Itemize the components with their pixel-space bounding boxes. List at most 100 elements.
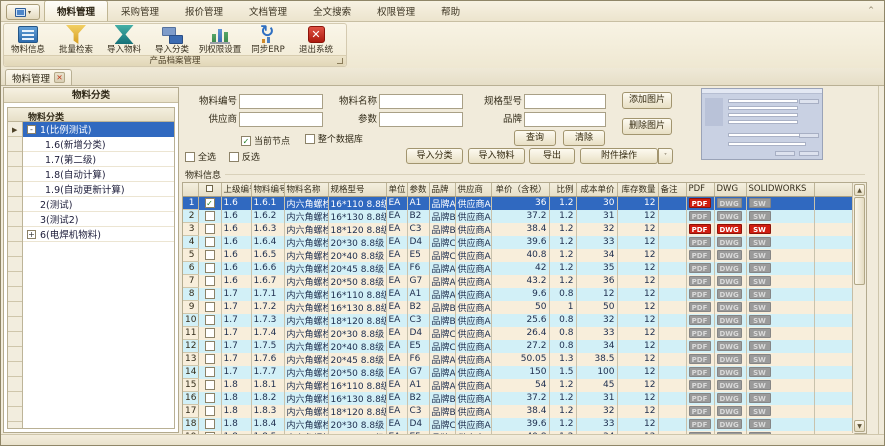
row-select-cell[interactable] [198, 379, 221, 392]
ribbon-tab-4[interactable]: 全文搜索 [300, 0, 364, 21]
select-all-square-icon[interactable] [206, 185, 213, 192]
column-header-12[interactable]: 备注 [658, 183, 686, 196]
pdf-badge[interactable]: PDF [689, 341, 711, 351]
unchecked-checkbox-icon[interactable] [185, 152, 195, 162]
search-input-4[interactable] [379, 112, 463, 127]
tree-node-3[interactable]: 1.8(自动计算) [23, 167, 174, 182]
collapse-icon[interactable]: - [27, 125, 36, 134]
table-row[interactable]: 171.81.8.3内六角螺栓318*120 8.8级EAC3品牌B供应商A33… [183, 405, 854, 418]
pdf-badge[interactable]: PDF [689, 354, 711, 364]
export-button[interactable]: 导出 [529, 148, 575, 164]
pdf-badge[interactable]: PDF [689, 263, 711, 273]
row-select-cell[interactable] [198, 236, 221, 249]
row-select-cell[interactable] [198, 405, 221, 418]
search-input-2[interactable] [524, 94, 606, 109]
unchecked-checkbox-icon[interactable] [205, 302, 215, 312]
dwg-badge[interactable]: DWG [717, 237, 742, 247]
column-header-8[interactable]: 单价（含税） [491, 183, 549, 196]
table-row[interactable]: 91.71.7.2内六角螺栓216*130 8.8级EAB2品牌B供应商A250… [183, 301, 854, 314]
query-button[interactable]: 查询 [514, 130, 556, 146]
row-select-cell[interactable] [198, 340, 221, 353]
column-header-4[interactable]: 单位 [386, 183, 407, 196]
pdf-badge[interactable]: PDF [689, 198, 711, 208]
row-select-cell[interactable] [198, 392, 221, 405]
tree-node-0[interactable]: -1(比例测试) [23, 122, 174, 137]
ribbon-tab-1[interactable]: 采购管理 [108, 0, 172, 21]
unchecked-checkbox-icon[interactable] [205, 367, 215, 377]
unchecked-checkbox-icon[interactable] [205, 393, 215, 403]
collapse-ribbon-button[interactable]: ^ [864, 5, 878, 17]
row-select-cell[interactable] [198, 366, 221, 379]
dwg-badge[interactable]: DWG [717, 263, 742, 273]
dwg-badge[interactable]: DWG [717, 250, 742, 260]
table-row[interactable]: 181.81.8.4内六角螺栓420*30 8.8级EAD4品牌C供应商A439… [183, 418, 854, 431]
column-header-5[interactable]: 参数 [407, 183, 429, 196]
tree-column-header[interactable]: 物料分类 [8, 108, 174, 122]
checked-checkbox-icon[interactable]: ✓ [205, 198, 215, 208]
solidworks-badge[interactable]: SW [749, 263, 771, 273]
scroll-thumb[interactable] [854, 197, 865, 285]
table-row[interactable]: 101.71.7.3内六角螺栓318*120 8.8级EAC3品牌B供应商A32… [183, 314, 854, 327]
solidworks-badge[interactable]: SW [749, 328, 771, 338]
unchecked-checkbox-icon[interactable] [205, 211, 215, 221]
row-select-cell[interactable]: ✓ [198, 196, 221, 210]
solidworks-badge[interactable]: SW [749, 393, 771, 403]
table-row[interactable]: 161.81.8.2内六角螺栓216*130 8.8级EAB2品牌B供应商A23… [183, 392, 854, 405]
solidworks-badge[interactable]: SW [749, 406, 771, 416]
solidworks-badge[interactable]: SW [749, 367, 771, 377]
table-row[interactable]: 41.61.6.4内六角螺栓420*30 8.8级EAD4品牌C供应商A439.… [183, 236, 854, 249]
dwg-badge[interactable]: DWG [717, 198, 742, 208]
row-select-cell[interactable] [198, 210, 221, 223]
unchecked-checkbox-icon[interactable] [205, 380, 215, 390]
search-input-1[interactable] [379, 94, 463, 109]
ribbon-button-3[interactable]: 导入分类 [148, 24, 196, 56]
attachment-operations-button[interactable]: 附件操作 [580, 148, 658, 164]
delete-image-button[interactable]: 删除图片 [622, 118, 672, 135]
dwg-badge[interactable]: DWG [717, 289, 742, 299]
solidworks-badge[interactable]: SW [749, 237, 771, 247]
dwg-badge[interactable]: DWG [717, 302, 742, 312]
dwg-badge[interactable]: DWG [717, 354, 742, 364]
dialog-launcher-icon[interactable] [337, 58, 343, 64]
row-select-cell[interactable] [198, 275, 221, 288]
column-header-10[interactable]: 成本单价 [576, 183, 617, 196]
solidworks-badge[interactable]: SW [749, 315, 771, 325]
unchecked-checkbox-icon[interactable] [205, 250, 215, 260]
table-row[interactable]: 81.71.7.1内六角螺栓116*110 8.8级EAA1品牌A供应商A19.… [183, 288, 854, 301]
solidworks-badge[interactable]: SW [749, 198, 771, 208]
unchecked-checkbox-icon[interactable] [205, 328, 215, 338]
pdf-badge[interactable]: PDF [689, 393, 711, 403]
table-row[interactable]: 71.61.6.7内六角螺栓720*50 8.8级EAG7品牌A供应商A743.… [183, 275, 854, 288]
ribbon-tab-2[interactable]: 报价管理 [172, 0, 236, 21]
close-icon[interactable]: ✕ [54, 72, 65, 83]
scope-current-node-checkbox[interactable]: ✓当前节点 [241, 134, 290, 147]
row-select-cell[interactable] [198, 327, 221, 340]
dwg-badge[interactable]: DWG [717, 315, 742, 325]
pdf-badge[interactable]: PDF [689, 211, 711, 221]
solidworks-badge[interactable]: SW [749, 250, 771, 260]
ribbon-tab-3[interactable]: 文档管理 [236, 0, 300, 21]
row-select-cell[interactable] [198, 288, 221, 301]
dwg-badge[interactable]: DWG [717, 367, 742, 377]
scroll-up-icon[interactable]: ▲ [854, 184, 865, 196]
dwg-badge[interactable]: DWG [717, 380, 742, 390]
dwg-badge[interactable]: DWG [717, 393, 742, 403]
pdf-badge[interactable]: PDF [689, 419, 711, 429]
scope-whole-db-checkbox[interactable]: 整个数据库 [305, 132, 363, 145]
unchecked-checkbox-icon[interactable] [205, 224, 215, 234]
table-row[interactable]: 1✓1.61.6.1内六角螺栓116*110 8.8级EAA1品牌A供应商A13… [183, 196, 854, 210]
dwg-badge[interactable]: DWG [717, 224, 742, 234]
row-select-cell[interactable] [198, 301, 221, 314]
tree-node-6[interactable]: 3(测试2) [23, 212, 174, 227]
ribbon-button-1[interactable]: 批量检索 [52, 24, 100, 56]
tree-node-4[interactable]: 1.9(自动更新计算) [23, 182, 174, 197]
pdf-badge[interactable]: PDF [689, 237, 711, 247]
unchecked-checkbox-icon[interactable] [205, 237, 215, 247]
pdf-badge[interactable]: PDF [689, 380, 711, 390]
select-column-header[interactable] [198, 183, 221, 196]
ribbon-tab-0[interactable]: 物料管理 [44, 0, 108, 21]
tree-node-1[interactable]: 1.6(新增分类) [23, 137, 174, 152]
column-header-11[interactable]: 库存数量 [617, 183, 658, 196]
select-all-checkbox[interactable]: 全选 [185, 150, 216, 163]
application-menu-button[interactable]: ▾ [6, 4, 40, 20]
